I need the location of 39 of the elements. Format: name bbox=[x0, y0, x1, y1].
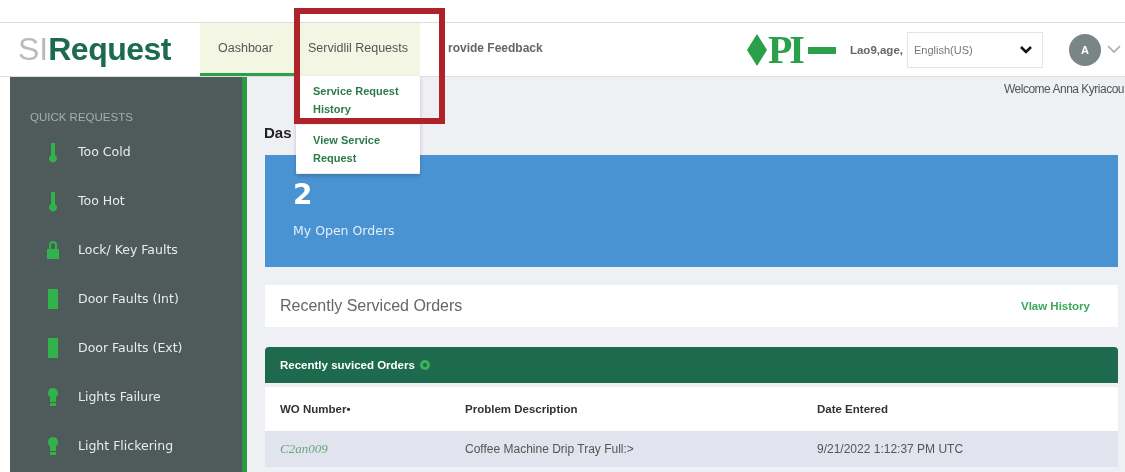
language-label: Lao9,age, bbox=[849, 43, 903, 56]
welcome-text: Welcome Anna Kyriacou bbox=[1004, 82, 1124, 96]
view-history-link[interactable]: Vlaw History bbox=[1020, 300, 1090, 312]
language-select[interactable]: English(US) bbox=[907, 31, 1043, 68]
column-header: WO Number• bbox=[280, 403, 352, 415]
stat-label: My Open Orders bbox=[293, 223, 396, 238]
light-bulb-icon bbox=[46, 434, 60, 457]
chevron-down-icon bbox=[1020, 45, 1032, 54]
stat-value: 2 bbox=[293, 181, 314, 209]
sidebar-item[interactable]: Lights Failure bbox=[10, 372, 242, 421]
door-icon bbox=[46, 287, 60, 310]
app-logo: SIRequest bbox=[17, 30, 172, 69]
sidebar-item[interactable]: Too Cold bbox=[10, 127, 242, 176]
dropdown-item[interactable]: View Service Request bbox=[296, 125, 420, 174]
door-icon bbox=[46, 336, 60, 359]
sidebar-item[interactable]: Door Faults (Ext) bbox=[10, 323, 242, 372]
thermometer-icon bbox=[46, 140, 60, 163]
table-cell-text: C2an009 bbox=[280, 441, 329, 457]
chevron-down-icon[interactable] bbox=[1107, 45, 1121, 54]
nav-tab[interactable]: Oashboar bbox=[200, 23, 296, 76]
column-header: Date Entered bbox=[817, 403, 889, 415]
table-cell-text: Coffee Machine Drip Tray Full:> bbox=[465, 442, 635, 456]
light-bulb-icon bbox=[46, 385, 60, 408]
thermometer-icon bbox=[46, 189, 60, 212]
nav-tab[interactable]: rovide Feedback bbox=[420, 23, 543, 76]
sidebar-item[interactable]: Lock/ Key Faults bbox=[10, 225, 242, 274]
brand-logo: PI bbox=[745, 23, 836, 76]
table-title: Recently suviced Orders bbox=[280, 359, 415, 371]
user-avatar[interactable]: A bbox=[1069, 33, 1101, 66]
column-header: Problem Description bbox=[465, 403, 579, 415]
table-row[interactable]: C2an009 Coffee Machine Drip Tray Full:> 9/21/2022 1:12:37 PM UTC bbox=[265, 431, 1118, 467]
card-title: Recently Serviced Orders bbox=[280, 297, 463, 315]
page-heading: Das bbox=[264, 124, 292, 141]
sidebar-item[interactable]: Door Faults (Int) bbox=[10, 274, 242, 323]
sidebar-item[interactable]: Too Hot bbox=[10, 176, 242, 225]
padlock-icon bbox=[46, 238, 60, 261]
table-cell-text: 9/21/2022 1:12:37 PM UTC bbox=[817, 442, 965, 456]
sidebar-item[interactable]: Light Flickering bbox=[10, 421, 242, 470]
sidebar-title: QUICK REQUESTS bbox=[29, 111, 134, 123]
